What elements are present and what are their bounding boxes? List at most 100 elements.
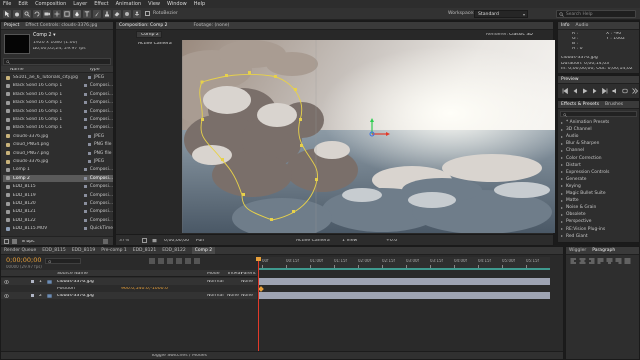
col-mode[interactable]: Mode [207, 272, 220, 277]
disclosure-triangle-icon[interactable] [561, 185, 563, 188]
new-folder-icon[interactable] [12, 239, 17, 244]
workspace-dropdown[interactable]: Standard [474, 10, 528, 18]
frame-blending-icon[interactable] [176, 258, 182, 264]
current-time-display[interactable]: 0;00;00;00 [164, 239, 189, 244]
hand-tool-icon[interactable] [13, 10, 21, 18]
graph-editor-icon[interactable] [194, 258, 200, 264]
tab-paragraph[interactable]: Paragraph [592, 248, 615, 253]
tab-footage[interactable]: Footage: (none) [193, 23, 229, 28]
project-item[interactable]: Black Solid 16 Comp 1 Composi... [3, 99, 113, 106]
project-item-label-swatch[interactable] [83, 227, 87, 231]
project-item[interactable]: Comp 2 Composi... [3, 174, 113, 182]
project-item-label-swatch[interactable] [83, 126, 87, 130]
selection-tool-icon[interactable] [3, 10, 11, 18]
col-parent[interactable]: Parent [241, 272, 256, 277]
menu-layer[interactable]: Layer [73, 1, 87, 7]
mask-tool-icon[interactable] [63, 10, 71, 18]
eraser-tool-icon[interactable] [113, 10, 121, 18]
motion-blur-icon[interactable] [185, 258, 191, 264]
tab-preview[interactable]: Preview [561, 77, 579, 82]
audio-icon[interactable] [612, 88, 618, 94]
project-item[interactable]: EDD_8115 Composi... [3, 183, 113, 190]
first-frame-icon[interactable] [562, 88, 568, 94]
effects-search-input[interactable] [560, 111, 637, 117]
project-item-label-swatch[interactable] [88, 143, 91, 147]
menu-edit[interactable]: Edit [18, 1, 28, 7]
project-item[interactable]: Black Solid 16 Comp 1 Composi... [3, 91, 113, 98]
tab-effect-controls[interactable]: Effect Controls: clouds-3376.jpg [25, 23, 97, 28]
project-item-label-swatch[interactable] [88, 151, 91, 155]
project-item[interactable]: EDD_8119 Composi... [3, 192, 113, 199]
ram-preview-icon[interactable] [632, 88, 638, 94]
project-item[interactable]: cloud_PNG4.png PNG file [3, 141, 113, 148]
project-item[interactable]: EDD_8122 Composi... [3, 217, 113, 224]
menu-effect[interactable]: Effect [94, 1, 108, 7]
project-col-type[interactable]: Type [89, 68, 100, 73]
composition-viewer[interactable] [182, 40, 555, 233]
tab-timeline-pre-comp-1[interactable]: Pre-comp 1 [101, 248, 127, 253]
disclosure-triangle-icon[interactable] [561, 149, 563, 152]
camera-tool-icon[interactable] [43, 10, 51, 18]
current-time-indicator[interactable] [258, 257, 259, 359]
menu-help[interactable]: Help [194, 1, 205, 7]
roto-brush-tool-icon[interactable] [123, 10, 131, 18]
position-property-value[interactable]: 960.0,540.0,-1000.0 [121, 287, 168, 292]
layer-parent[interactable]: None [241, 280, 253, 285]
layer-label-color[interactable] [31, 280, 34, 283]
align-right-icon[interactable] [588, 258, 595, 264]
grid-toggle-icon[interactable] [142, 238, 147, 243]
hide-shy-layers-icon[interactable] [167, 258, 173, 264]
project-item-label-swatch[interactable] [83, 101, 87, 105]
project-item-label-swatch[interactable] [83, 202, 87, 205]
position-keyframe-track[interactable] [258, 285, 550, 292]
position-property-row[interactable]: Position 960.0,540.0,-1000.0 [1, 285, 257, 292]
menu-composition[interactable]: Composition [35, 1, 66, 7]
project-item-label-swatch[interactable] [88, 134, 91, 138]
effects-category[interactable]: Audio [561, 133, 578, 140]
effects-category[interactable]: * Animation Presets [561, 119, 609, 126]
layer-name[interactable]: clouds-3376.jpg [57, 280, 94, 285]
project-item[interactable]: Black Solid 16 Comp 1 Composi... [3, 82, 113, 89]
tab-brushes[interactable]: Brushes [605, 102, 623, 107]
play-icon[interactable] [582, 88, 588, 94]
magnification-label[interactable]: 37% [119, 239, 129, 244]
align-center-icon[interactable] [579, 258, 586, 264]
project-item[interactable]: Black Solid 16 Comp 1 Composi... [3, 124, 113, 131]
tab-timeline-comp-2[interactable]: Comp 2 [191, 247, 216, 254]
eye-icon[interactable] [4, 293, 9, 298]
rotobezier-checkbox[interactable] [145, 11, 150, 16]
clone-stamp-tool-icon[interactable] [103, 10, 111, 18]
tab-info[interactable]: Info [561, 23, 570, 28]
menu-file[interactable]: File [3, 1, 11, 7]
align-left-icon[interactable] [570, 258, 577, 264]
timeline-search-input[interactable] [45, 258, 81, 264]
disclosure-triangle-icon[interactable] [561, 192, 563, 195]
comp-subtab[interactable]: Comp 2 [136, 31, 162, 38]
effects-category[interactable]: 3D Channel [561, 126, 592, 133]
layer-label-color[interactable] [31, 294, 34, 297]
time-indicator-head[interactable] [256, 257, 261, 261]
loop-icon[interactable] [622, 88, 628, 94]
layer-1-duration-bar[interactable] [258, 278, 550, 285]
effects-category[interactable]: Generate [561, 176, 587, 183]
next-frame-icon[interactable] [592, 88, 598, 94]
project-search-input[interactable] [3, 58, 111, 65]
layer-mode[interactable]: Normal [207, 280, 224, 285]
disclosure-triangle-icon[interactable] [561, 121, 563, 124]
disclosure-triangle-icon[interactable] [561, 228, 563, 230]
layer-2-duration-bar[interactable] [258, 292, 550, 299]
previous-frame-icon[interactable] [572, 88, 578, 94]
col-trkmat[interactable]: TrkMat [227, 272, 242, 277]
project-item-label-swatch[interactable] [88, 160, 91, 163]
effects-category[interactable]: Keying [561, 183, 581, 190]
disclosure-triangle-icon[interactable] [561, 164, 563, 167]
tab-render-queue[interactable]: Render Queue [4, 248, 36, 253]
effects-category[interactable]: Color Correction [561, 155, 602, 162]
project-item[interactable]: clouds-3376.jpg JPEG [3, 158, 113, 165]
disclosure-triangle-icon[interactable] [561, 171, 563, 174]
disclosure-triangle-icon[interactable] [561, 206, 563, 209]
project-item[interactable]: Comp 1 Composi... [3, 166, 113, 173]
project-item[interactable]: EDD_8120 Composi... [3, 200, 113, 207]
brush-tool-icon[interactable] [93, 10, 101, 18]
justify-last-center-icon[interactable] [606, 258, 613, 264]
